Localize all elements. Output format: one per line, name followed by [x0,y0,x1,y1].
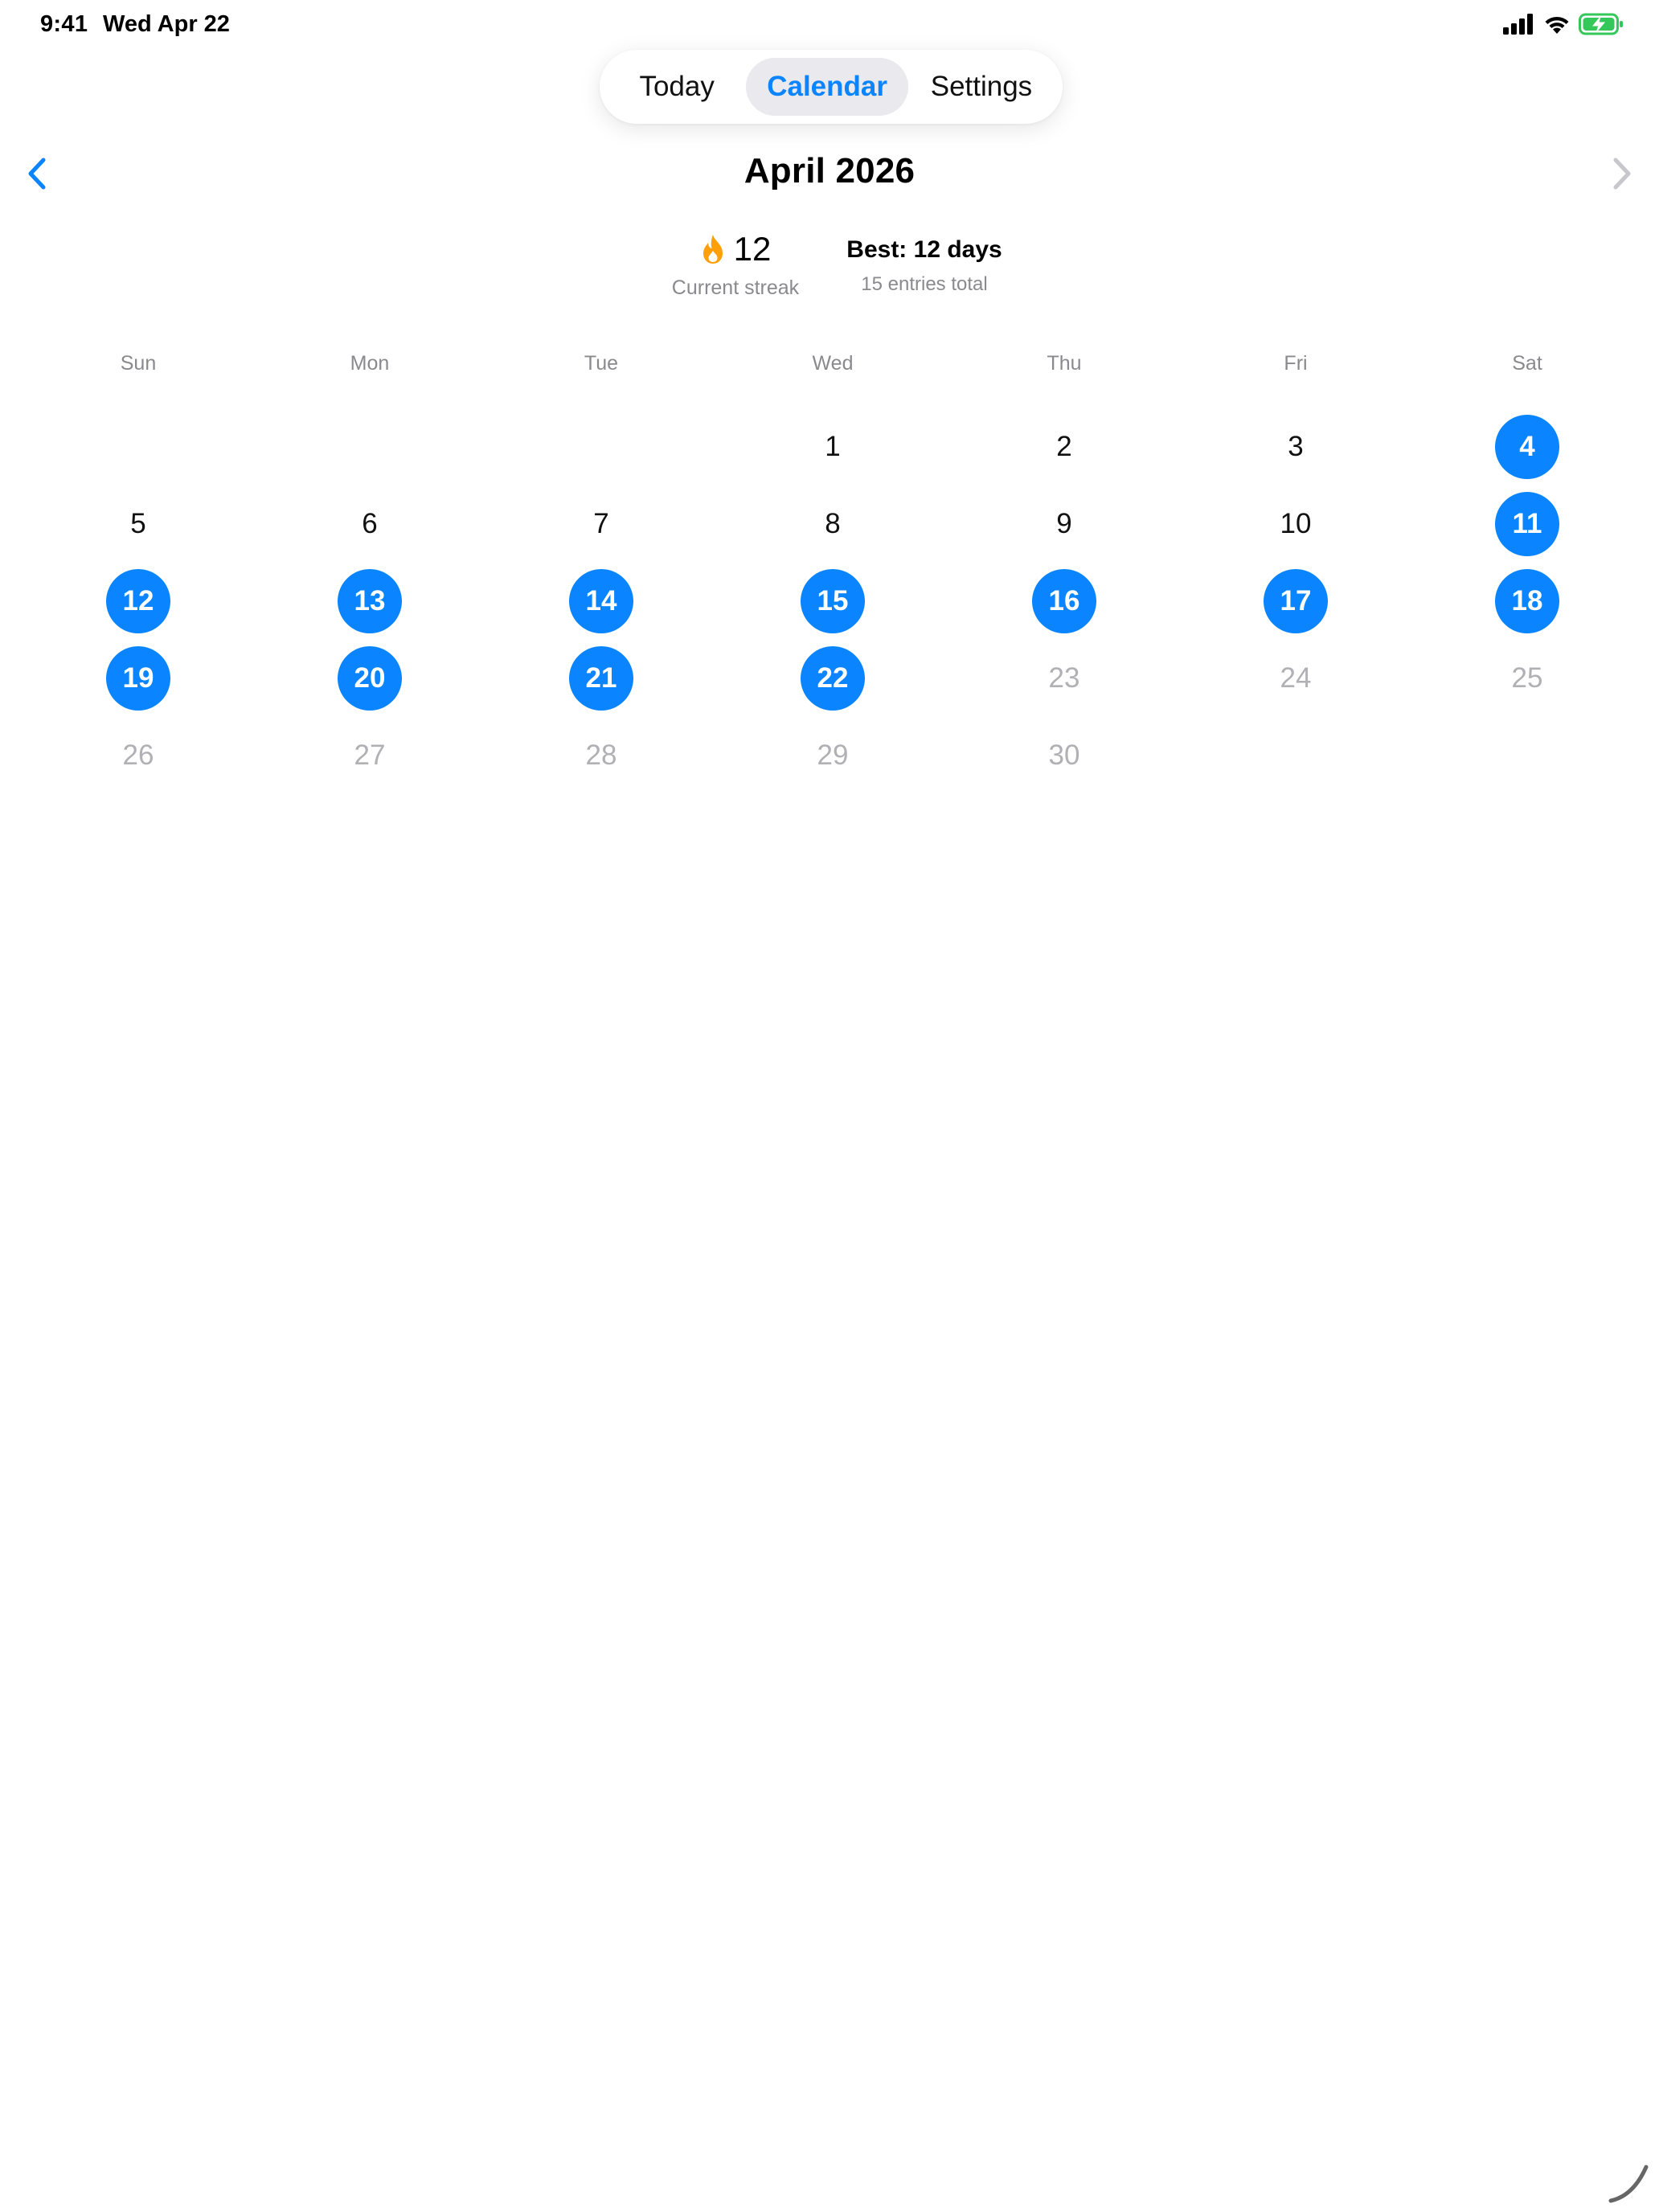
calendar-day-entry[interactable]: 16 [1032,569,1096,633]
calendar-day[interactable]: 24 [1264,646,1328,711]
calendar-day-entry[interactable]: 12 [106,569,170,633]
calendar-day[interactable]: 23 [1032,646,1096,711]
calendar-day[interactable]: 29 [801,723,865,788]
resize-handle-icon [1608,2165,1649,2203]
calendar-day[interactable]: 10 [1264,492,1328,556]
calendar-day-entry[interactable]: 20 [338,646,402,711]
calendar-day[interactable]: 30 [1032,723,1096,788]
calendar-day[interactable]: 5 [106,492,170,556]
calendar-day-entry[interactable]: 4 [1495,415,1559,479]
calendar-day-entry[interactable]: 19 [106,646,170,711]
calendar-grid: 1 2 3 4 5 6 7 8 9 10 11 12 13 14 15 16 17 18 19 20 21 22 23 24 2… [0,0,1659,804]
calendar-day[interactable]: 3 [1264,415,1328,479]
calendar-day[interactable]: 28 [569,723,633,788]
calendar-day[interactable]: 8 [801,492,865,556]
calendar-day[interactable]: 25 [1495,646,1559,711]
calendar-day[interactable]: 6 [338,492,402,556]
calendar-day-entry[interactable]: 22 [801,646,865,711]
calendar-day[interactable]: 27 [338,723,402,788]
calendar-day[interactable]: 1 [801,415,865,479]
calendar-day-entry[interactable]: 21 [569,646,633,711]
calendar-day[interactable]: 9 [1032,492,1096,556]
calendar-day-entry[interactable]: 18 [1495,569,1559,633]
calendar-day[interactable]: 2 [1032,415,1096,479]
calendar-day-entry[interactable]: 14 [569,569,633,633]
calendar-day-entry[interactable]: 17 [1264,569,1328,633]
calendar-day-entry[interactable]: 15 [801,569,865,633]
calendar-day-entry[interactable]: 13 [338,569,402,633]
calendar-day[interactable]: 26 [106,723,170,788]
calendar-day[interactable]: 7 [569,492,633,556]
calendar-day-entry[interactable]: 11 [1495,492,1559,556]
